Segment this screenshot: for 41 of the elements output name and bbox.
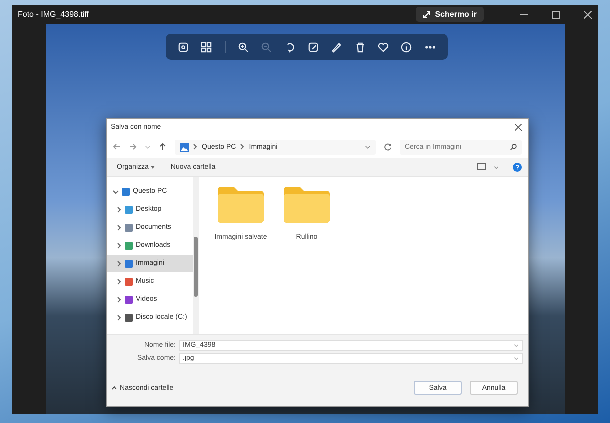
help-icon[interactable] xyxy=(513,162,522,172)
close-icon[interactable] xyxy=(584,10,592,18)
pictures-folder-icon xyxy=(180,142,189,152)
chevron-icon[interactable] xyxy=(113,188,119,194)
chevron-down-icon xyxy=(514,343,519,348)
caret-icon xyxy=(150,166,155,168)
rotate-icon[interactable] xyxy=(284,42,296,52)
chevron-down-icon[interactable] xyxy=(494,164,499,170)
heart-icon[interactable] xyxy=(378,42,390,52)
grid-icon[interactable] xyxy=(201,42,212,52)
search-icon[interactable] xyxy=(510,144,517,150)
maximize-icon[interactable] xyxy=(552,10,560,18)
refresh-icon[interactable] xyxy=(384,143,392,151)
chevron-up-icon xyxy=(112,386,117,390)
folder-icon xyxy=(283,186,331,224)
up-arrow-icon[interactable] xyxy=(159,143,167,151)
trash-icon[interactable] xyxy=(354,42,366,52)
folder-icon xyxy=(217,186,265,224)
chevron-down-icon xyxy=(514,356,519,361)
forward-arrow-icon[interactable] xyxy=(129,143,137,151)
chevron-right-icon xyxy=(240,144,246,150)
back-arrow-icon[interactable] xyxy=(113,143,121,151)
chevron-icon[interactable] xyxy=(116,260,122,266)
chevron-down-icon[interactable] xyxy=(365,144,371,150)
chevron-icon[interactable] xyxy=(116,242,122,248)
expand-icon xyxy=(423,10,432,18)
close-icon[interactable] xyxy=(515,124,522,131)
fullscreen-button[interactable]: Schermo ir xyxy=(416,7,484,22)
view-icon[interactable] xyxy=(477,163,486,171)
zoom-in-icon[interactable] xyxy=(238,42,250,52)
info-icon[interactable] xyxy=(401,42,412,52)
scrollbar-thumb[interactable] xyxy=(194,237,198,297)
edit-icon[interactable] xyxy=(308,42,320,52)
pen-icon[interactable] xyxy=(331,42,342,52)
window-title: Foto - IMG_4398.tiff xyxy=(18,10,90,19)
chevron-icon[interactable] xyxy=(116,314,122,320)
chevron-icon[interactable] xyxy=(116,206,122,212)
chevron-icon[interactable] xyxy=(116,224,122,230)
chevron-icon[interactable] xyxy=(116,296,122,302)
chevron-icon[interactable] xyxy=(116,278,122,284)
chevron-right-icon xyxy=(193,144,198,150)
